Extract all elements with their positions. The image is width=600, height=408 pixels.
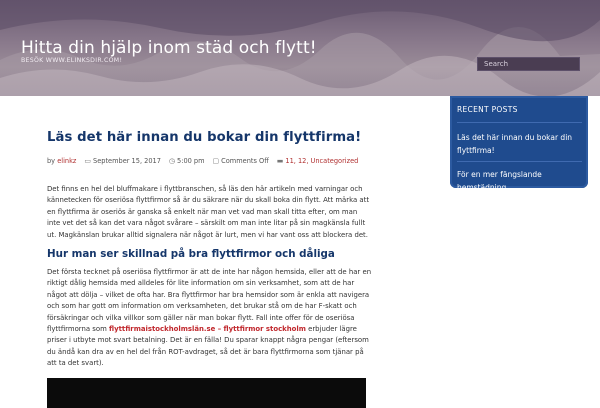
text-line: kännetecken för oseriösa flyttfirmor så … xyxy=(47,196,370,205)
comments-text: Comments Off xyxy=(221,157,269,165)
recent-post-link-1-line2[interactable]: flyttfirma! xyxy=(457,146,495,155)
text-line: priser i utbyte mot svart betalning. Det… xyxy=(47,336,369,345)
meta-comments: ▢ Comments Off xyxy=(213,157,269,165)
paragraph-body: Det första tecknet på oseriösa flyttfirm… xyxy=(47,267,387,370)
text-line: du ändå kan dra av en hel del från ROT-a… xyxy=(47,347,364,356)
section-heading: Hur man ser skillnad på bra flyttfirmor … xyxy=(47,248,335,260)
text-line: en flyttfirma är oseriös är ganska så en… xyxy=(47,207,358,216)
embedded-video[interactable] xyxy=(47,378,366,408)
meta-date: ▭ September 15, 2017 xyxy=(84,157,161,165)
text-line: Det finns en hel del bluffmakare i flytt… xyxy=(47,185,363,193)
widget-divider xyxy=(457,161,582,162)
text-line: och som har gott om information om verks… xyxy=(47,302,357,311)
meta-categories: ▬ 11, 12, Uncategorized xyxy=(277,157,359,165)
folder-icon: ▬ xyxy=(276,157,284,165)
site-title[interactable]: Hitta din hjälp inom städ och flytt! xyxy=(21,38,317,58)
date-text[interactable]: September 15, 2017 xyxy=(93,157,161,165)
text-line: att ta det svart). xyxy=(47,359,104,368)
comment-icon: ▢ xyxy=(212,157,220,165)
text-line: Det första tecknet på oseriösa flyttfirm… xyxy=(47,268,372,276)
flyttfirma-link[interactable]: flyttfirmaistockholmslän.se – flyttfirmo… xyxy=(109,325,306,333)
text-line: inte vet det så kan det vara något svåra… xyxy=(47,219,366,228)
text-line: riktigt dålig hemsida med alldeles för l… xyxy=(47,279,355,288)
recent-post-link-1[interactable]: Läs det här innan du bokar din flyttfirm… xyxy=(457,131,582,157)
site-description: BESÖK WWW.ELINKSDIR.COM! xyxy=(21,57,123,64)
categories-links[interactable]: 11, 12, Uncategorized xyxy=(285,157,358,165)
author-link[interactable]: elinkz xyxy=(57,157,76,165)
meta-by-label: by xyxy=(47,157,56,165)
time-text: 5:00 pm xyxy=(177,157,205,165)
text-line: ut. Magkänslan brukar alltid signalera n… xyxy=(47,230,368,239)
text-fragment: flyttfirmorna som xyxy=(47,325,110,334)
recent-post-link-1-line1[interactable]: Läs det här innan du bokar din xyxy=(457,133,572,142)
paragraph-intro: Det finns en hel del bluffmakare i flytt… xyxy=(47,184,383,241)
site-header: Hitta din hjälp inom städ och flytt! BES… xyxy=(0,0,600,96)
recent-posts-widget: RECENT POSTS Läs det här innan du bokar … xyxy=(450,96,588,192)
meta-time: ◷ 5:00 pm xyxy=(169,157,205,165)
text-line: något att dölja – vilket de ofta har. Br… xyxy=(47,290,370,299)
text-fragment: erbjuder lägre xyxy=(305,325,357,334)
recent-post-link-2[interactable]: För en mer fängslande hemstädning xyxy=(457,168,582,194)
text-line: försäkringar och vilka villkor som gälle… xyxy=(47,313,355,322)
post-title[interactable]: Läs det här innan du bokar din flyttfirm… xyxy=(47,130,413,145)
text-line-with-link: flyttfirmorna som flyttfirmaistockholmsl… xyxy=(47,324,387,335)
search-input[interactable]: Search xyxy=(477,57,580,71)
calendar-icon: ▭ xyxy=(84,157,92,165)
widget-title: RECENT POSTS xyxy=(457,105,582,123)
clock-icon: ◷ xyxy=(168,157,176,165)
main-content: Läs det här innan du bokar din flyttfirm… xyxy=(47,130,413,408)
meta-author: by elinkz xyxy=(47,157,76,165)
post-meta: by elinkz ▭ September 15, 2017 ◷ 5:00 pm ▢… xyxy=(47,157,413,165)
